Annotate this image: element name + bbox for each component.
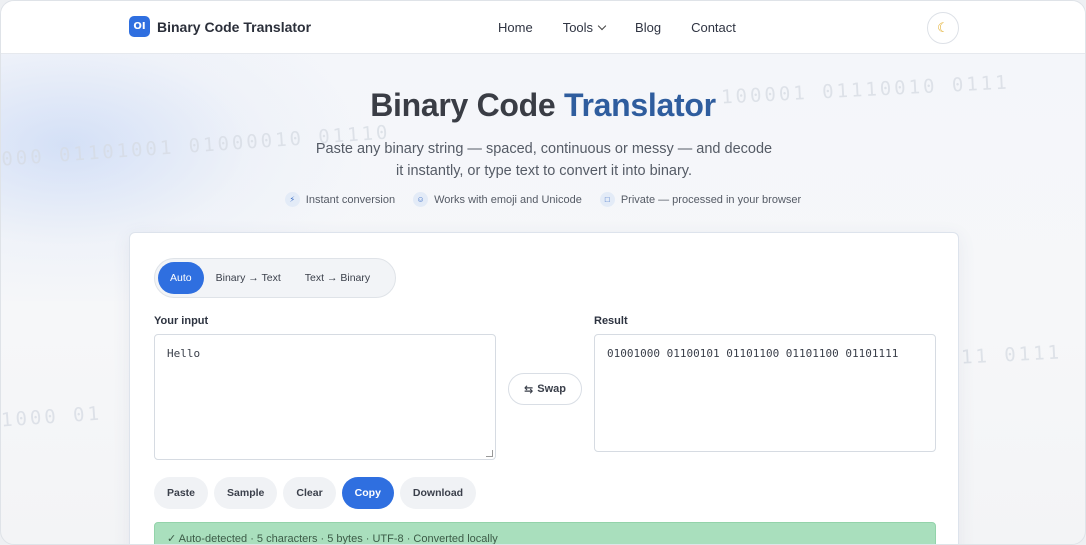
- swap-button[interactable]: ⇆ Swap: [508, 373, 582, 405]
- bolt-icon: ⚡: [284, 192, 300, 207]
- smile-icon: ☺: [413, 192, 429, 207]
- feature-label: Private — processed in your browser: [620, 193, 802, 206]
- mode-selector: Auto Binary → Text Text → Binary: [154, 258, 396, 298]
- mode-text-to-binary[interactable]: Text → Binary: [293, 262, 382, 294]
- nav-links: Home Tools Blog Contact: [498, 20, 766, 35]
- logo-icon: OI: [129, 16, 150, 37]
- brand-name: Binary Code Translator: [157, 18, 312, 35]
- sample-button[interactable]: Sample: [214, 477, 278, 509]
- brand[interactable]: OI Binary Code Translator: [129, 16, 311, 37]
- swap-label: Swap: [537, 383, 566, 395]
- feature-item: □ Private — processed in your browser: [599, 192, 802, 207]
- nav-link-home[interactable]: Home: [498, 20, 533, 35]
- lock-icon: □: [599, 192, 615, 207]
- binary-background-text: 1000 01: [0, 402, 103, 432]
- nav-link-contact[interactable]: Contact: [691, 20, 736, 35]
- result-value: 01001000 01100101 01101100 01101100 0110…: [607, 347, 899, 360]
- result-textarea[interactable]: 01001000 01100101 01101100 01101100 0110…: [594, 334, 936, 452]
- subtitle-line-1: Paste any binary string — spaced, contin…: [315, 141, 773, 157]
- copy-button[interactable]: Copy: [341, 477, 394, 509]
- feature-label: Instant conversion: [305, 193, 396, 206]
- nav-link-tools[interactable]: Tools: [562, 20, 607, 35]
- feature-item: ⚡ Instant conversion: [284, 192, 396, 207]
- result-label: Result: [594, 315, 628, 327]
- resize-handle[interactable]: [486, 450, 493, 457]
- feature-list: ⚡ Instant conversion ☺ Works with emoji …: [1, 192, 1085, 207]
- binary-background-text: 11 0111: [960, 341, 1063, 369]
- clear-button[interactable]: Clear: [283, 477, 336, 509]
- nav-link-blog[interactable]: Blog: [635, 20, 661, 35]
- subtitle-line-2: it instantly, or type text to convert it…: [395, 163, 693, 179]
- mode-auto[interactable]: Auto: [158, 262, 204, 294]
- action-buttons: Paste Sample Clear Copy Download: [154, 477, 477, 509]
- page-frame: 000 01101001 01000010 01110 100001 01110…: [0, 0, 1086, 545]
- theme-toggle-button[interactable]: ☾: [927, 12, 959, 44]
- page-title-part1: Binary Code: [370, 87, 556, 123]
- feature-item: ☺ Works with emoji and Unicode: [413, 192, 582, 207]
- status-bar: ✓ Auto-detected · 5 characters · 5 bytes…: [154, 522, 936, 544]
- converter-card: Auto Binary → Text Text → Binary Your in…: [129, 232, 959, 544]
- download-button[interactable]: Download: [399, 477, 477, 509]
- mode-binary-to-text[interactable]: Binary → Text: [204, 262, 293, 294]
- page-title-part2: Translator: [564, 87, 716, 123]
- page-title: Binary Code Translator: [1, 87, 1085, 124]
- top-navbar: OI Binary Code Translator Home Tools Blo…: [1, 1, 1085, 54]
- feature-label: Works with emoji and Unicode: [434, 193, 582, 206]
- input-value: Hello: [167, 347, 201, 360]
- paste-button[interactable]: Paste: [154, 477, 209, 509]
- input-textarea[interactable]: Hello: [154, 334, 496, 460]
- page-subtitle: Paste any binary string — spaced, contin…: [314, 138, 774, 182]
- moon-icon: ☾: [937, 20, 949, 35]
- nav-link-tools-label: Tools: [562, 20, 594, 35]
- input-label: Your input: [154, 315, 209, 327]
- swap-icon: ⇆: [524, 383, 534, 396]
- chevron-down-icon: [597, 21, 607, 31]
